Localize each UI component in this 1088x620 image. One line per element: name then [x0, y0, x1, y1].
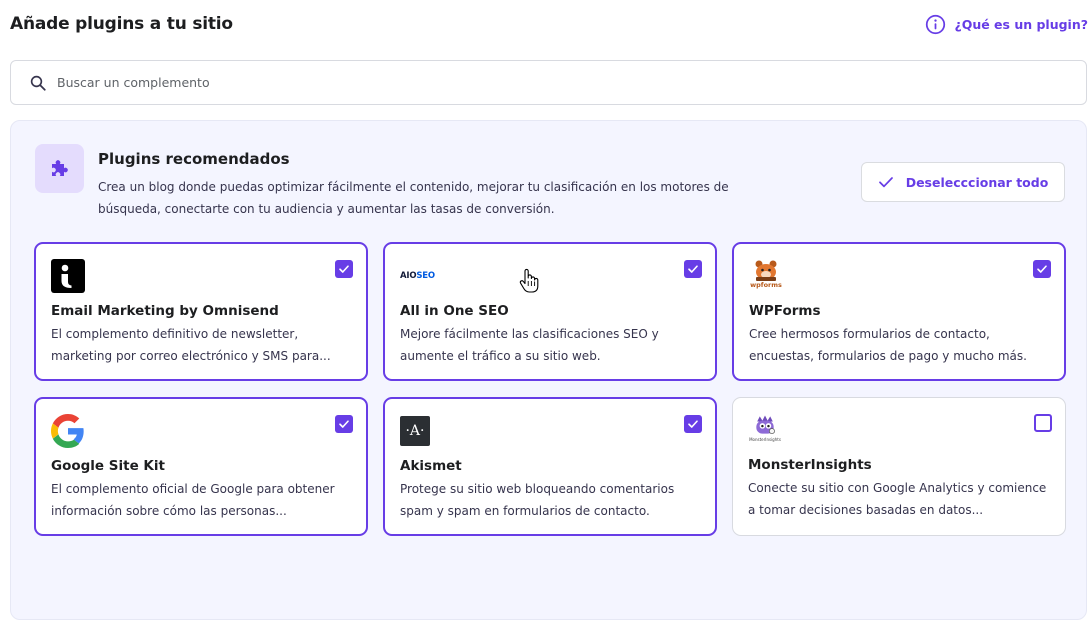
plugin-description: El complemento oficial de Google para ob… — [51, 482, 335, 518]
checkmark-icon — [339, 265, 349, 273]
omnisend-logo-icon — [51, 259, 85, 293]
recommended-icon-tile — [35, 144, 84, 193]
page-header: Añade plugins a tu sitio ¿Qué es un plug… — [10, 12, 1088, 36]
checkmark-icon — [339, 420, 349, 428]
checkmark-icon — [688, 265, 698, 273]
monsterinsights-logo-icon: MonsterInsights — [748, 413, 782, 447]
aioseo-logo-text-a: AIO — [400, 271, 417, 281]
plugin-checkbox[interactable] — [1034, 414, 1052, 432]
plugin-card-aioseo[interactable]: AIO SEO All in One SEO Mejore fácilmente … — [383, 242, 717, 381]
plugin-name: WPForms — [749, 303, 821, 319]
plugin-card-monsterinsights[interactable]: MonsterInsights MonsterInsights Conecte … — [732, 397, 1066, 536]
plugin-card-omnisend[interactable]: Email Marketing by Omnisend El complemen… — [34, 242, 368, 381]
checkmark-icon — [1037, 265, 1047, 273]
plugin-card-wpforms[interactable]: wpforms WPForms Cree hermosos formulario… — [732, 242, 1066, 381]
wpforms-logo-text: wpforms — [750, 281, 782, 289]
plugin-description: El complemento definitivo de newsletter,… — [51, 327, 331, 363]
akismet-logo-icon: ·A· — [400, 416, 430, 446]
search-input[interactable] — [57, 75, 957, 90]
plugin-description: Mejore fácilmente las clasificaciones SE… — [400, 327, 659, 363]
plugin-checkbox[interactable] — [684, 415, 702, 433]
akismet-logo-text: ·A· — [405, 423, 425, 439]
recommended-title: Plugins recomendados — [98, 150, 290, 168]
plugin-description: Protege su sitio web bloqueando comentar… — [400, 482, 675, 518]
what-is-plugin-link[interactable]: ¿Qué es un plugin? — [925, 14, 1088, 35]
monsterinsights-monster-icon — [756, 415, 775, 435]
monsterinsights-logo-text: MonsterInsights — [749, 437, 781, 442]
plugin-name: Google Site Kit — [51, 458, 165, 474]
recommended-plugins-panel: Plugins recomendados Crea un blog donde … — [10, 120, 1087, 620]
plugin-checkbox[interactable] — [1033, 260, 1051, 278]
search-icon — [30, 75, 46, 91]
info-icon — [926, 14, 946, 34]
deselect-all-label: Deselecccionar todo — [905, 174, 1049, 190]
aioseo-logo-icon: AIO SEO — [400, 259, 435, 293]
plugin-description: Cree hermosos formularios de contacto, e… — [749, 327, 1027, 363]
puzzle-icon — [51, 159, 68, 176]
wpforms-bear-icon — [755, 260, 777, 281]
plugin-checkbox[interactable] — [335, 260, 353, 278]
checkmark-icon — [878, 177, 893, 188]
page-title: Añade plugins a tu sitio — [10, 14, 233, 34]
plugin-name: Akismet — [400, 458, 462, 474]
recommended-description: Crea un blog donde puedas optimizar fáci… — [98, 180, 729, 216]
plugin-description: Conecte su sitio con Google Analytics y … — [748, 481, 1047, 517]
search-bar — [10, 60, 1087, 105]
plugin-card-akismet[interactable]: ·A· Akismet Protege su sitio web bloquea… — [383, 397, 717, 536]
plugin-checkbox[interactable] — [684, 260, 702, 278]
hand-pointer-cursor-icon — [519, 268, 539, 293]
plugin-checkbox[interactable] — [335, 415, 353, 433]
plugin-name: Email Marketing by Omnisend — [51, 303, 279, 319]
google-logo-icon — [51, 414, 84, 448]
checkmark-icon — [688, 420, 698, 428]
deselect-all-button[interactable]: Deselecccionar todo — [861, 162, 1065, 202]
wpforms-logo-icon: wpforms — [749, 259, 783, 293]
plugin-name: MonsterInsights — [748, 457, 872, 473]
aioseo-logo-text-b: SEO — [416, 271, 435, 281]
plugin-name: All in One SEO — [400, 303, 509, 319]
help-link-label: ¿Qué es un plugin? — [954, 16, 1088, 32]
plugin-card-google-site-kit[interactable]: Google Site Kit El complemento oficial d… — [34, 397, 368, 536]
